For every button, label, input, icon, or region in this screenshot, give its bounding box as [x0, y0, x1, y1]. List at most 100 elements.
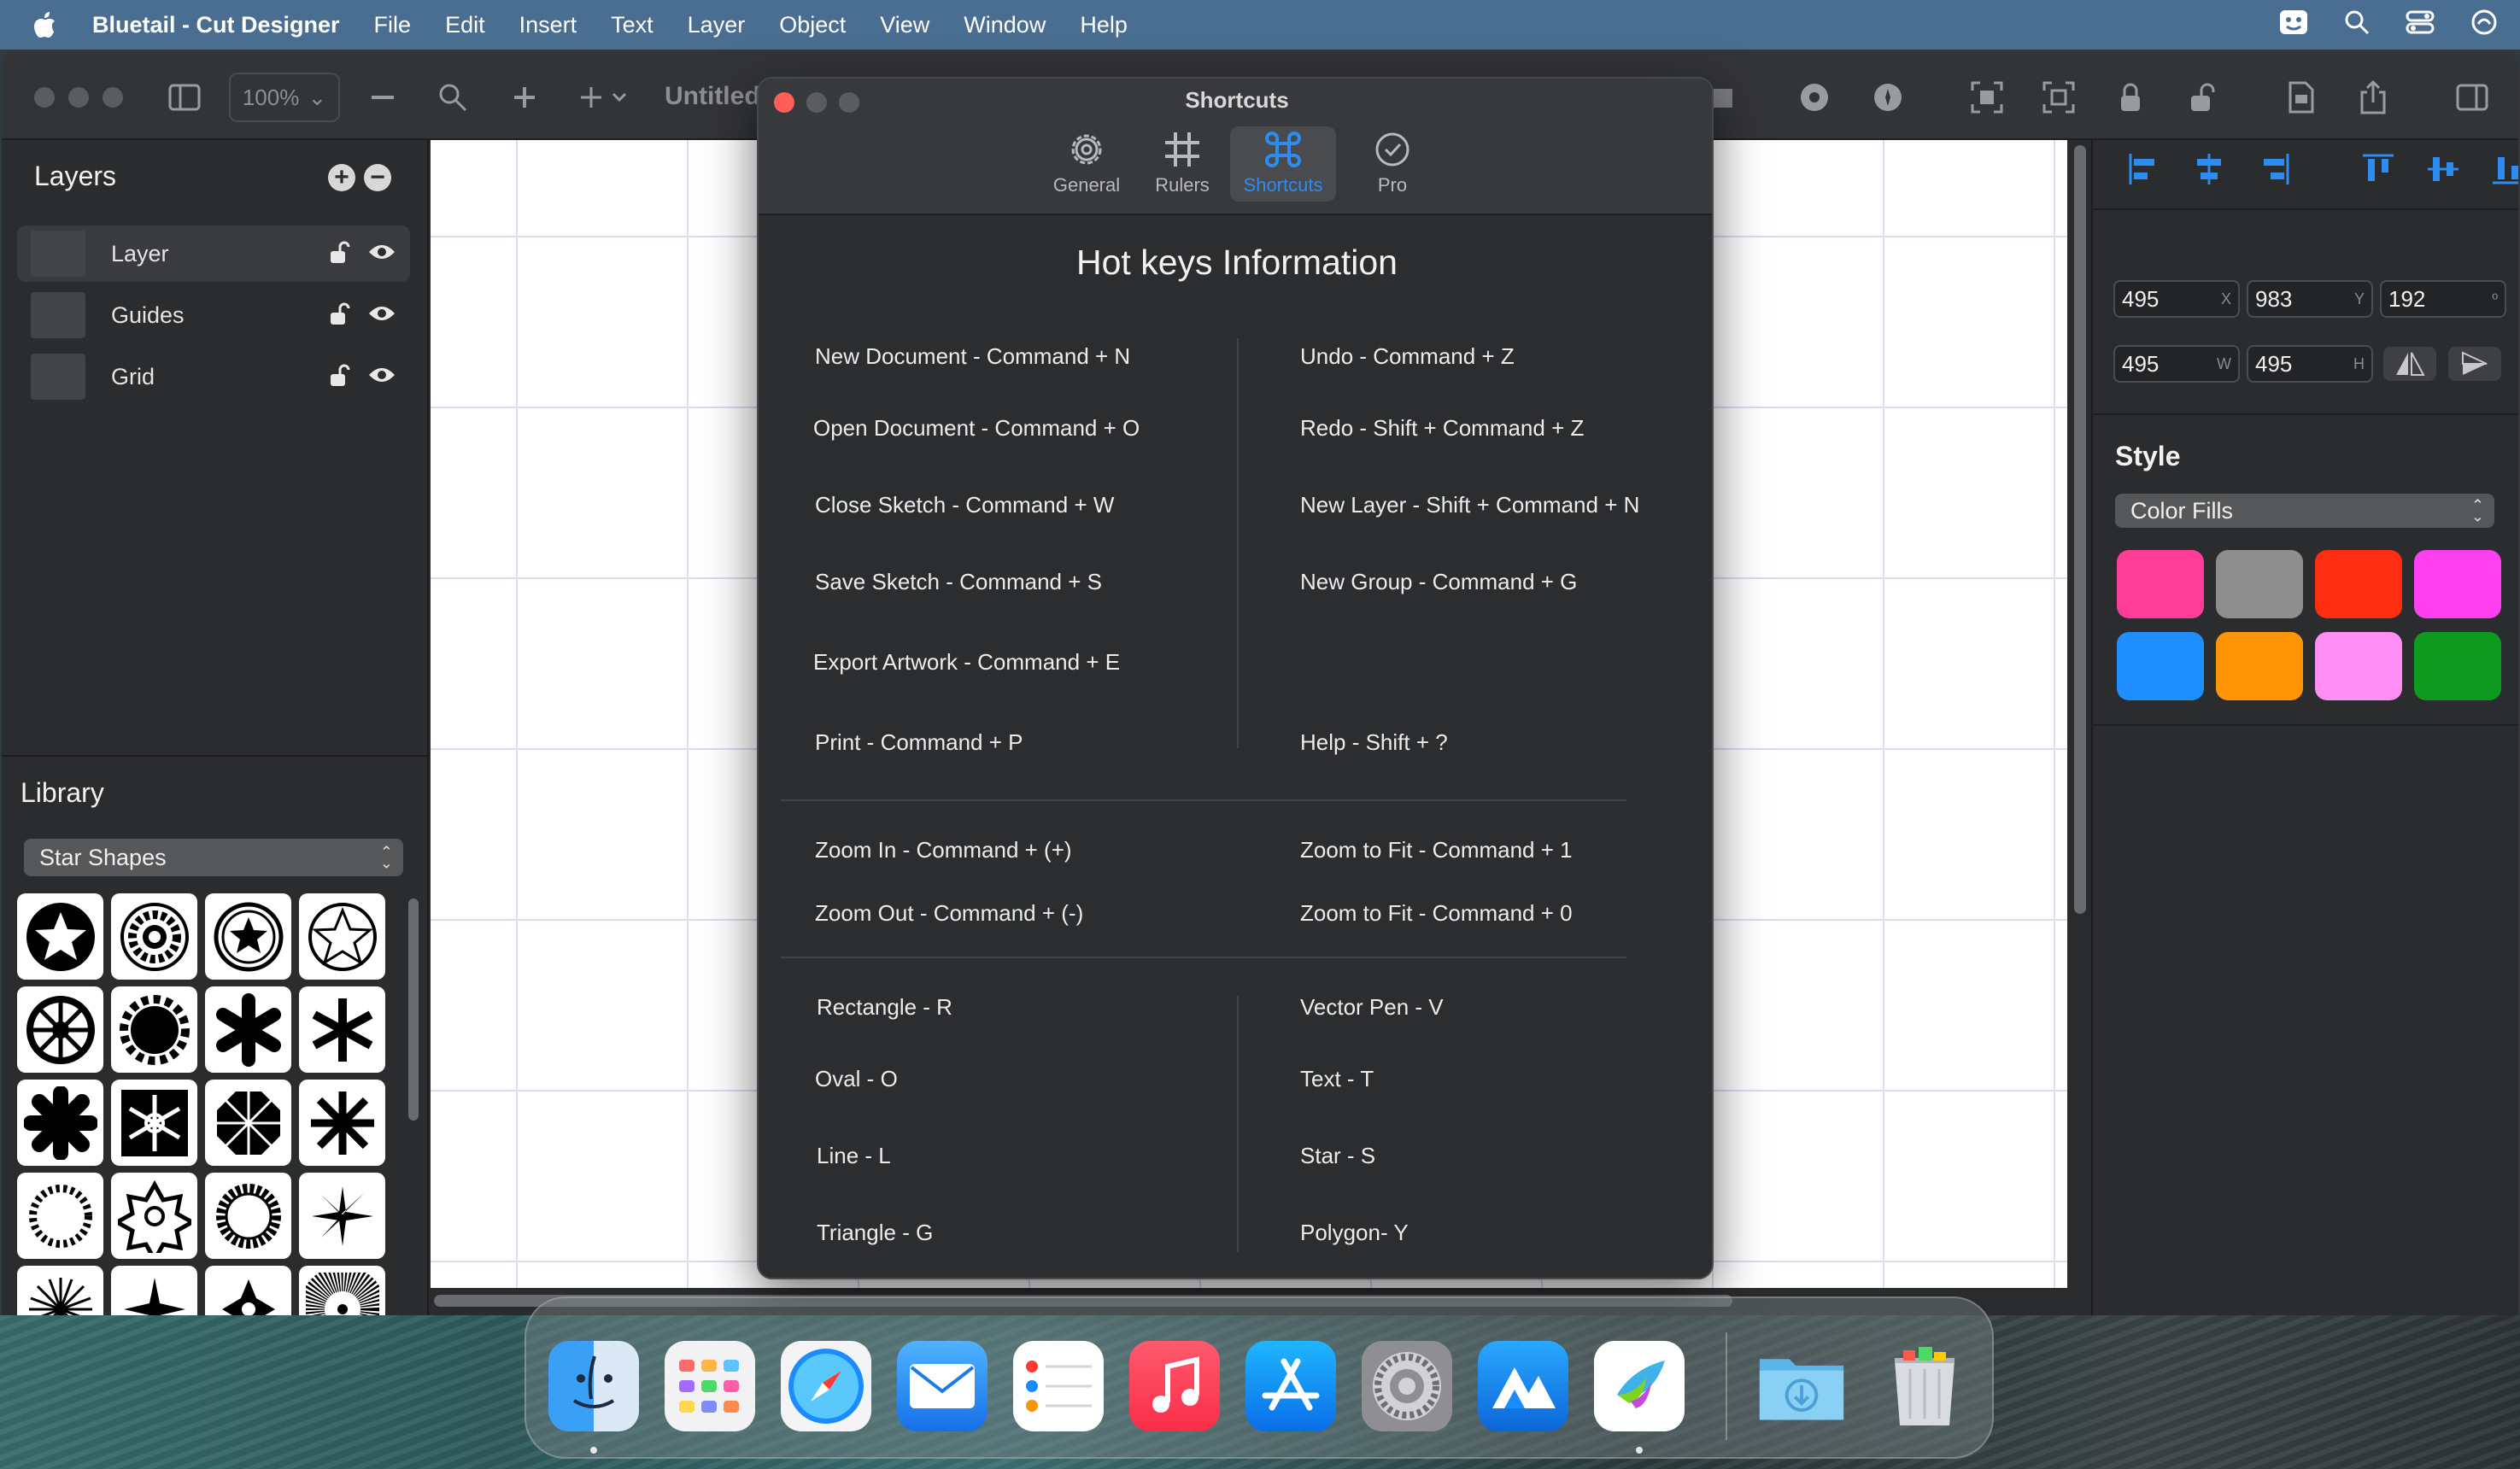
snowflake-shape[interactable] — [111, 1080, 197, 1166]
inspector-toggle-icon[interactable] — [2452, 77, 2493, 118]
library-category-select[interactable]: Star Shapes ⌃ ⌄ — [24, 839, 403, 876]
magnifier-icon[interactable] — [432, 77, 473, 118]
gear-sun-shape[interactable] — [111, 986, 197, 1073]
tab-rulers[interactable]: Rulers — [1129, 126, 1235, 202]
tab-shortcuts[interactable]: Shortcuts — [1230, 126, 1336, 202]
compass-star-shape[interactable] — [205, 1266, 291, 1315]
eight-point-asterisk-shape[interactable] — [299, 1080, 385, 1166]
window-minimize-button[interactable] — [68, 87, 89, 108]
width-field[interactable]: 495 W — [2113, 345, 2240, 383]
menu-window[interactable]: Window — [964, 12, 1046, 38]
menu-edit[interactable]: Edit — [445, 12, 485, 38]
menu-layer[interactable]: Layer — [688, 12, 746, 38]
remove-layer-button[interactable]: − — [364, 164, 391, 191]
spotlight-search-icon[interactable] — [2344, 9, 2370, 41]
app-name-menu[interactable]: Bluetail - Cut Designer — [92, 12, 340, 38]
color-swatch[interactable] — [2117, 632, 2204, 700]
align-left-icon[interactable] — [2127, 152, 2161, 190]
scalloped-ring-shape[interactable] — [205, 1173, 291, 1259]
color-swatch[interactable] — [2414, 632, 2501, 700]
tab-pro[interactable]: Pro — [1339, 126, 1445, 202]
insert-menu-icon[interactable] — [574, 77, 636, 118]
library-scrollbar[interactable] — [408, 898, 419, 1121]
align-center-icon[interactable] — [2192, 152, 2226, 190]
y-field[interactable]: 983 Y — [2247, 280, 2373, 318]
flip-vertical-button[interactable] — [2448, 347, 2501, 381]
align-bottom-icon[interactable] — [2491, 152, 2518, 190]
window-close-button[interactable] — [34, 87, 55, 108]
music-icon[interactable] — [1129, 1341, 1220, 1431]
color-swatch[interactable] — [2216, 550, 2303, 618]
menu-view[interactable]: View — [880, 12, 929, 38]
menu-help[interactable]: Help — [1080, 12, 1128, 38]
system-settings-icon[interactable] — [1362, 1341, 1452, 1431]
thin-star-shape[interactable] — [299, 1173, 385, 1259]
trash-icon[interactable] — [1879, 1341, 1970, 1431]
export-document-icon[interactable] — [2281, 77, 2322, 118]
height-field[interactable]: 495 H — [2247, 345, 2373, 383]
color-swatch[interactable] — [2315, 632, 2402, 700]
octagon-starburst-shape[interactable] — [205, 1080, 291, 1166]
unlock-icon[interactable] — [330, 241, 350, 269]
downloads-folder-icon[interactable] — [1756, 1341, 1847, 1431]
apple-menu-icon[interactable] — [32, 11, 58, 38]
lock-icon[interactable] — [2110, 77, 2151, 118]
star-in-circle-shape[interactable] — [17, 893, 103, 980]
sparkle-star-shape[interactable] — [111, 1266, 197, 1315]
bluetail-peaks-icon[interactable] — [1478, 1341, 1568, 1431]
dense-burst-shape[interactable] — [299, 1266, 385, 1315]
flip-horizontal-button[interactable] — [2383, 347, 2436, 381]
color-swatch[interactable] — [2414, 550, 2501, 618]
align-right-icon[interactable] — [2257, 152, 2291, 190]
color-swatch[interactable] — [2216, 632, 2303, 700]
unlock-icon[interactable] — [330, 364, 350, 392]
align-middle-icon[interactable] — [2426, 152, 2460, 190]
burst-shape[interactable] — [17, 1266, 103, 1315]
asterisk-shape[interactable] — [205, 986, 291, 1073]
star-ring-shape[interactable] — [205, 893, 291, 980]
sidebar-toggle-icon[interactable] — [164, 77, 205, 118]
safari-icon[interactable] — [781, 1341, 871, 1431]
zigzag-circle-shape[interactable] — [17, 1173, 103, 1259]
bluetail-bird-icon[interactable] — [1594, 1341, 1685, 1431]
outline-star-ring-shape[interactable] — [299, 893, 385, 980]
finder-icon[interactable] — [548, 1341, 639, 1431]
add-layer-button[interactable]: + — [328, 164, 355, 191]
siri-icon[interactable] — [2470, 9, 2498, 42]
visibility-eye-icon[interactable] — [367, 364, 396, 390]
reminders-icon[interactable] — [1013, 1341, 1104, 1431]
layer-row[interactable]: Layer — [17, 225, 410, 282]
unlock-icon[interactable] — [2182, 77, 2223, 118]
fill-mode-select[interactable]: Color Fills ⌃ ⌄ — [2115, 494, 2494, 528]
expand-selection-icon[interactable] — [2038, 77, 2079, 118]
status-app-icon[interactable] — [2279, 9, 2308, 41]
wheel-shape[interactable] — [17, 986, 103, 1073]
layer-row[interactable]: Grid — [17, 348, 410, 405]
menu-insert[interactable]: Insert — [519, 12, 577, 38]
octagram-outline-shape[interactable] — [111, 1173, 197, 1259]
share-icon[interactable] — [2353, 77, 2394, 118]
menu-text[interactable]: Text — [611, 12, 653, 38]
menu-object[interactable]: Object — [779, 12, 846, 38]
tab-general[interactable]: General — [1034, 126, 1140, 202]
mail-icon[interactable] — [897, 1341, 987, 1431]
zoom-in-icon[interactable] — [504, 77, 545, 118]
zoom-out-icon[interactable] — [362, 77, 403, 118]
layer-row[interactable]: Guides — [17, 287, 410, 343]
unlock-icon[interactable] — [330, 302, 350, 331]
sunburst-ring-shape[interactable] — [111, 893, 197, 980]
visibility-eye-icon[interactable] — [367, 302, 396, 329]
six-point-asterisk-shape[interactable] — [299, 986, 385, 1073]
subtract-shape-icon[interactable] — [1867, 77, 1908, 118]
union-shape-icon[interactable] — [1794, 77, 1835, 118]
rotation-field[interactable]: 192 º — [2380, 280, 2506, 318]
color-swatch[interactable] — [2315, 550, 2402, 618]
launchpad-icon[interactable] — [665, 1341, 755, 1431]
app-store-icon[interactable] — [1245, 1341, 1336, 1431]
window-zoom-button[interactable] — [103, 87, 123, 108]
bold-cross-star-shape[interactable] — [17, 1080, 103, 1166]
menu-file[interactable]: File — [374, 12, 412, 38]
fit-selection-icon[interactable] — [1966, 77, 2007, 118]
zoom-select[interactable]: 100% ⌄ — [229, 73, 340, 122]
control-center-icon[interactable] — [2406, 9, 2435, 41]
